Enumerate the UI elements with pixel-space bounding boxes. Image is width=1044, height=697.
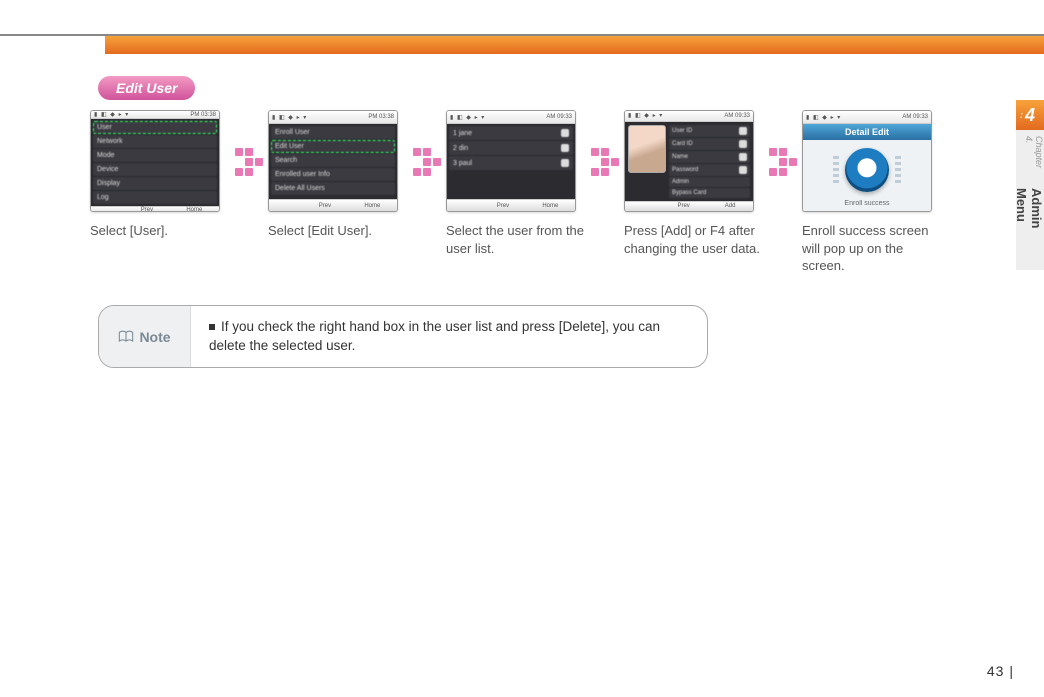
status-bar: ▮ ◧ ◆ ▸ ▾ PM 03:38 (269, 111, 397, 124)
screen-body: Enroll User Edit User Search Enrolled us… (269, 124, 397, 199)
step-4: ▮ ◧ ◆ ▸ ▾ AM 09:33 User ID Card ID Name … (624, 110, 764, 257)
status-icons: ▮ ◧ ◆ ▸ ▾ (272, 114, 307, 121)
step-2: ▮ ◧ ◆ ▸ ▾ PM 03:38 Enroll User Edit User… (268, 110, 408, 240)
chapter-label: Chapter 4. (1016, 130, 1044, 182)
arrow-icon (230, 110, 268, 176)
field-row: Bypass Card (669, 188, 750, 198)
chapter-title: Admin Menu (1016, 182, 1044, 270)
field-row: Name (669, 151, 750, 163)
screen-footer: PrevHome (269, 199, 397, 211)
menu-row: Log (93, 191, 217, 204)
screen-footer: PrevAdd (625, 201, 753, 211)
success-title: Detail Edit (803, 124, 931, 140)
edit-icon (739, 140, 747, 148)
step-caption: Enroll success screen will pop up on the… (802, 222, 942, 275)
step-caption: Select the user from the user list. (446, 222, 586, 257)
screen-user-list: ▮ ◧ ◆ ▸ ▾ AM 09:33 1 jane 2 din 3 paul P… (446, 110, 576, 212)
field-row: Password (669, 164, 750, 176)
status-icons: ▮ ◧ ◆ ▸ ▾ (806, 114, 841, 121)
screen-body: User Network Mode Device Display Log (91, 119, 219, 206)
field-row: User ID (669, 125, 750, 137)
steps-row: ▮ ◧ ◆ ▸ ▾ PM 03:38 User Network Mode Dev… (90, 110, 1004, 275)
arrow-icon (586, 110, 624, 176)
edit-icon (739, 127, 747, 135)
list-row: 3 paul (449, 156, 573, 170)
menu-row: Edit User (271, 140, 395, 153)
screen-body: Detail Edit Enroll success (803, 124, 931, 211)
screen-menu-edituser: ▮ ◧ ◆ ▸ ▾ PM 03:38 Enroll User Edit User… (268, 110, 398, 212)
status-icons: ▮ ◧ ◆ ▸ ▾ (94, 111, 129, 118)
menu-row: Delete All Users (271, 182, 395, 195)
step-5: ▮ ◧ ◆ ▸ ▾ AM 09:33 Detail Edit Enroll su… (802, 110, 942, 275)
status-time: PM 03:38 (368, 114, 394, 120)
status-time: AM 09:33 (902, 114, 928, 120)
status-time: AM 09:33 (724, 113, 750, 119)
checkbox-icon (561, 159, 569, 167)
field-row: Admin (669, 177, 750, 187)
note-label-text: Note (139, 329, 170, 345)
field-row: Card ID (669, 138, 750, 150)
page-number: 43 | (987, 663, 1014, 679)
side-chapter-tab: : 4 Chapter 4. Admin Menu (1016, 100, 1044, 270)
step-3: ▮ ◧ ◆ ▸ ▾ AM 09:33 1 jane 2 din 3 paul P… (446, 110, 586, 257)
arrow-icon (408, 110, 446, 176)
menu-row: Display (93, 177, 217, 190)
status-icons: ▮ ◧ ◆ ▸ ▾ (450, 114, 485, 121)
menu-row: Enrolled user Info (271, 168, 395, 181)
menu-row: Mode (93, 149, 217, 162)
colon-icon: : (1020, 110, 1023, 120)
screen-body: 1 jane 2 din 3 paul (447, 124, 575, 199)
edit-icon (739, 153, 747, 161)
list-row: 2 din (449, 141, 573, 155)
screen-footer: PrevHome (447, 199, 575, 211)
note-label: Note (99, 306, 191, 368)
status-time: AM 09:33 (546, 114, 572, 120)
checkbox-icon (561, 144, 569, 152)
step-1: ▮ ◧ ◆ ▸ ▾ PM 03:38 User Network Mode Dev… (90, 110, 230, 240)
status-bar: ▮ ◧ ◆ ▸ ▾ AM 09:33 (803, 111, 931, 124)
edit-icon (739, 166, 747, 174)
step-caption: Select [User]. (90, 222, 230, 240)
menu-row: Enroll User (271, 126, 395, 139)
screen-body-detail: User ID Card ID Name Password Admin Bypa… (625, 122, 753, 201)
note-text: If you check the right hand box in the u… (191, 306, 707, 368)
menu-row: User (93, 121, 217, 134)
header-orange-bar (105, 36, 1044, 54)
success-text: Enroll success (844, 200, 889, 207)
content: Edit User ▮ ◧ ◆ ▸ ▾ PM 03:38 User Networ… (90, 76, 1004, 368)
note-box: Note If you check the right hand box in … (98, 305, 708, 369)
status-bar: ▮ ◧ ◆ ▸ ▾ AM 09:33 (447, 111, 575, 124)
screen-menu-user: ▮ ◧ ◆ ▸ ▾ PM 03:38 User Network Mode Dev… (90, 110, 220, 212)
step-caption: Press [Add] or F4 after changing the use… (624, 222, 764, 257)
screen-footer: PrevHome (91, 206, 219, 212)
bullet-icon (209, 324, 215, 330)
menu-row: Device (93, 163, 217, 176)
book-icon (118, 330, 134, 344)
step-caption: Select [Edit User]. (268, 222, 408, 240)
section-tag: Edit User (98, 76, 195, 100)
arrow-icon (764, 110, 802, 176)
screen-enroll-success: ▮ ◧ ◆ ▸ ▾ AM 09:33 Detail Edit Enroll su… (802, 110, 932, 212)
menu-row: Search (271, 154, 395, 167)
screen-detail-edit: ▮ ◧ ◆ ▸ ▾ AM 09:33 User ID Card ID Name … (624, 110, 754, 212)
success-icon (845, 148, 889, 192)
checkbox-icon (561, 129, 569, 137)
status-bar: ▮ ◧ ◆ ▸ ▾ AM 09:33 (625, 111, 753, 122)
menu-row: Network (93, 135, 217, 148)
avatar (628, 125, 666, 173)
chapter-number-badge: : 4 (1016, 100, 1044, 130)
status-time: PM 03:38 (190, 112, 216, 118)
status-bar: ▮ ◧ ◆ ▸ ▾ PM 03:38 (91, 111, 219, 119)
status-icons: ▮ ◧ ◆ ▸ ▾ (628, 112, 663, 119)
list-row: 1 jane (449, 126, 573, 140)
